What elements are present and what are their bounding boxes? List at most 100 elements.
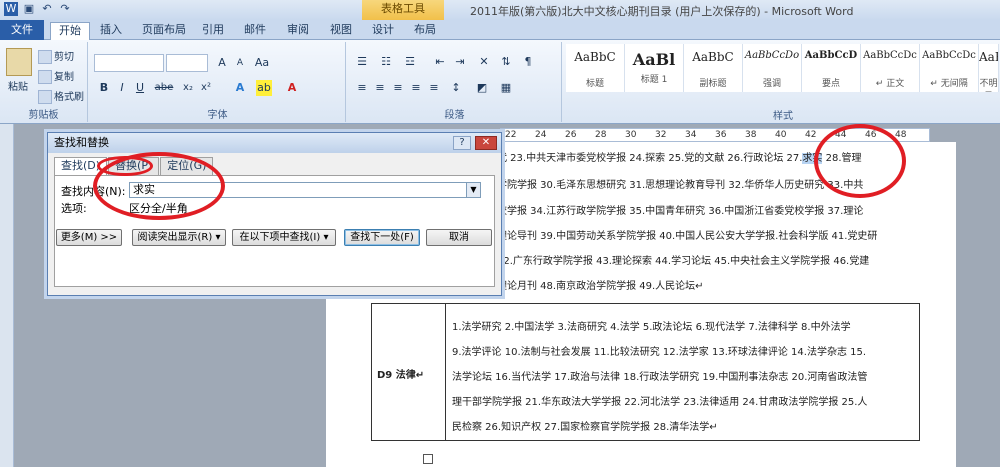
- cancel-button[interactable]: 取消: [426, 229, 492, 246]
- style-sample: AaBbCcDc: [863, 50, 917, 61]
- align-right-icon[interactable]: ≡: [390, 80, 406, 96]
- find-next-button[interactable]: 查找下一处(F): [344, 229, 420, 246]
- bold-button[interactable]: B: [96, 80, 112, 96]
- paste-icon[interactable]: [6, 48, 32, 76]
- superscript-button[interactable]: x²: [198, 80, 214, 96]
- tab-references[interactable]: 引用: [198, 22, 228, 40]
- tab-design[interactable]: 设计: [368, 22, 398, 40]
- category-cell: D9 法律↵: [377, 370, 425, 381]
- font-group-label: 字体: [207, 110, 228, 121]
- tab-mailings[interactable]: 邮件: [240, 22, 270, 40]
- bullets-icon[interactable]: ☰: [354, 54, 370, 70]
- decrease-indent-icon[interactable]: ⇤: [432, 54, 448, 70]
- table-line: 法学论坛 16.当代法学 17.政治与法律 18.行政法学研究 19.中国刑事法…: [452, 372, 868, 383]
- style-sample: AaBl: [632, 50, 676, 69]
- chinese-layout-icon[interactable]: ✕: [476, 54, 492, 70]
- cut-button[interactable]: 剪切: [38, 48, 74, 64]
- font-name-combo[interactable]: [94, 54, 164, 72]
- vertical-ruler[interactable]: [0, 124, 14, 467]
- tab-file[interactable]: 文件: [0, 20, 44, 40]
- numbering-icon[interactable]: ☷: [378, 54, 394, 70]
- tab-review[interactable]: 审阅: [283, 22, 313, 40]
- borders-icon[interactable]: ▦: [498, 80, 514, 96]
- tab-home[interactable]: 开始: [50, 22, 90, 40]
- table-column-divider: [445, 303, 446, 441]
- ruler-mark: 32: [655, 130, 667, 140]
- sort-icon[interactable]: ⇅: [498, 54, 514, 70]
- options-label: 选项:: [61, 202, 87, 215]
- paste-button[interactable]: 粘贴: [8, 78, 28, 93]
- shrink-font-button[interactable]: A: [232, 55, 248, 71]
- show-marks-icon[interactable]: ¶: [520, 54, 536, 70]
- end-of-cell-marker: [423, 454, 433, 464]
- distributed-icon[interactable]: ≡: [426, 80, 442, 96]
- tab-layout[interactable]: 布局: [410, 22, 440, 40]
- font-size-combo[interactable]: [166, 54, 208, 72]
- redo-icon[interactable]: ↷: [58, 2, 72, 16]
- font-color-icon[interactable]: A: [284, 80, 300, 96]
- doc-line: 校学报 34.江苏行政学院学报 35.中国青年研究 36.中国浙江省委党校学报 …: [497, 206, 864, 217]
- style-heading-1[interactable]: AaBl 标题 1: [625, 44, 684, 92]
- italic-button[interactable]: I: [114, 80, 130, 96]
- style-sample: AaBbCcD: [804, 50, 858, 61]
- style-strong[interactable]: AaBbCcD 要点: [802, 44, 861, 92]
- style-title[interactable]: AaBbC 标题: [566, 44, 625, 92]
- style-sample: AaBbC: [574, 50, 616, 64]
- style-name: 标题 1: [640, 75, 668, 85]
- style-normal[interactable]: AaBbCcDc ↵ 正文: [861, 44, 920, 92]
- table-tools-header: 表格工具: [362, 0, 444, 20]
- style-emphasis[interactable]: AaBbCcDo 强调: [743, 44, 802, 92]
- save-icon[interactable]: ▣: [22, 2, 36, 16]
- style-subtle[interactable]: AaBbC 不明显: [979, 44, 999, 92]
- doc-line: 理论导刊 39.中国劳动关系学院学报 40.中国人民公安大学学报.社会科学版 4…: [497, 231, 878, 242]
- style-sample: AaBbCcDo: [744, 50, 800, 61]
- ruler-mark: 30: [625, 130, 637, 140]
- doc-line: 42.广东行政学院学报 43.理论探索 44.学习论坛 45.中央社会主义学院学…: [497, 256, 870, 267]
- style-name: 要点: [821, 79, 840, 89]
- undo-icon[interactable]: ↶: [40, 2, 54, 16]
- copy-label: 复制: [54, 72, 74, 83]
- find-in-button[interactable]: 在以下项中查找(I) ▾: [232, 229, 336, 246]
- line-spacing-icon[interactable]: ↕: [448, 80, 464, 96]
- style-subtitle[interactable]: AaBbC 副标题: [684, 44, 743, 92]
- highlight-color-icon[interactable]: ab: [256, 80, 272, 96]
- format-painter-button[interactable]: 格式刷: [38, 88, 84, 104]
- table-line: 理干部学院学报 21.华东政法大学学报 22.河北法学 23.法律适用 24.甘…: [452, 397, 868, 408]
- style-name: 副标题: [699, 79, 727, 89]
- subscript-button[interactable]: x₂: [180, 80, 196, 96]
- more-button[interactable]: 更多(M) >>: [56, 229, 122, 246]
- tab-view[interactable]: 视图: [326, 22, 356, 40]
- increase-indent-icon[interactable]: ⇥: [452, 54, 468, 70]
- tab-page-layout[interactable]: 页面布局: [138, 22, 190, 40]
- shading-icon[interactable]: ◩: [474, 80, 490, 96]
- multilevel-list-icon[interactable]: ☲: [402, 54, 418, 70]
- reading-highlight-button[interactable]: 阅读突出显示(R) ▾: [132, 229, 226, 246]
- align-left-icon[interactable]: ≡: [354, 80, 370, 96]
- style-sample: AaBbCcDc: [922, 50, 976, 61]
- cut-label: 剪切: [54, 52, 74, 63]
- ruler-mark: 26: [565, 130, 577, 140]
- help-button[interactable]: ?: [453, 136, 471, 150]
- justify-icon[interactable]: ≡: [408, 80, 424, 96]
- paragraph-group: ☰ ☷ ☲ ⇤ ⇥ ✕ ⇅ ¶ ≡ ≡ ≡ ≡ ≡ ↕ ◩ ▦ 段落: [348, 42, 562, 122]
- ruler-mark: 28: [595, 130, 607, 140]
- text-effects-icon[interactable]: A: [232, 80, 248, 96]
- ruler-mark: 36: [715, 130, 727, 140]
- strikethrough-button[interactable]: abe: [152, 80, 176, 96]
- copy-button[interactable]: 复制: [38, 68, 74, 84]
- close-button[interactable]: ✕: [475, 136, 497, 150]
- dropdown-arrow-icon[interactable]: ▼: [466, 183, 480, 197]
- table-line: 民检察 26.知识产权 27.国家检察官学院学报 28.清华法学↵: [452, 422, 718, 433]
- word-logo-icon: W: [4, 2, 18, 16]
- style-no-spacing[interactable]: AaBbCcDc ↵ 无间隔: [920, 44, 979, 92]
- style-sample: AaBbC: [692, 50, 734, 64]
- ruler-mark: 42: [805, 130, 817, 140]
- change-case-button[interactable]: Aa: [254, 55, 270, 71]
- underline-button[interactable]: U: [132, 80, 148, 96]
- table-line: 9.法学评论 10.法制与社会发展 11.比较法研究 12.法学家 13.环球法…: [452, 347, 867, 358]
- styles-group-label: 样式: [773, 111, 793, 122]
- ruler-mark: 38: [745, 130, 757, 140]
- tab-insert[interactable]: 插入: [94, 22, 128, 40]
- align-center-icon[interactable]: ≡: [372, 80, 388, 96]
- grow-font-button[interactable]: A: [214, 55, 230, 71]
